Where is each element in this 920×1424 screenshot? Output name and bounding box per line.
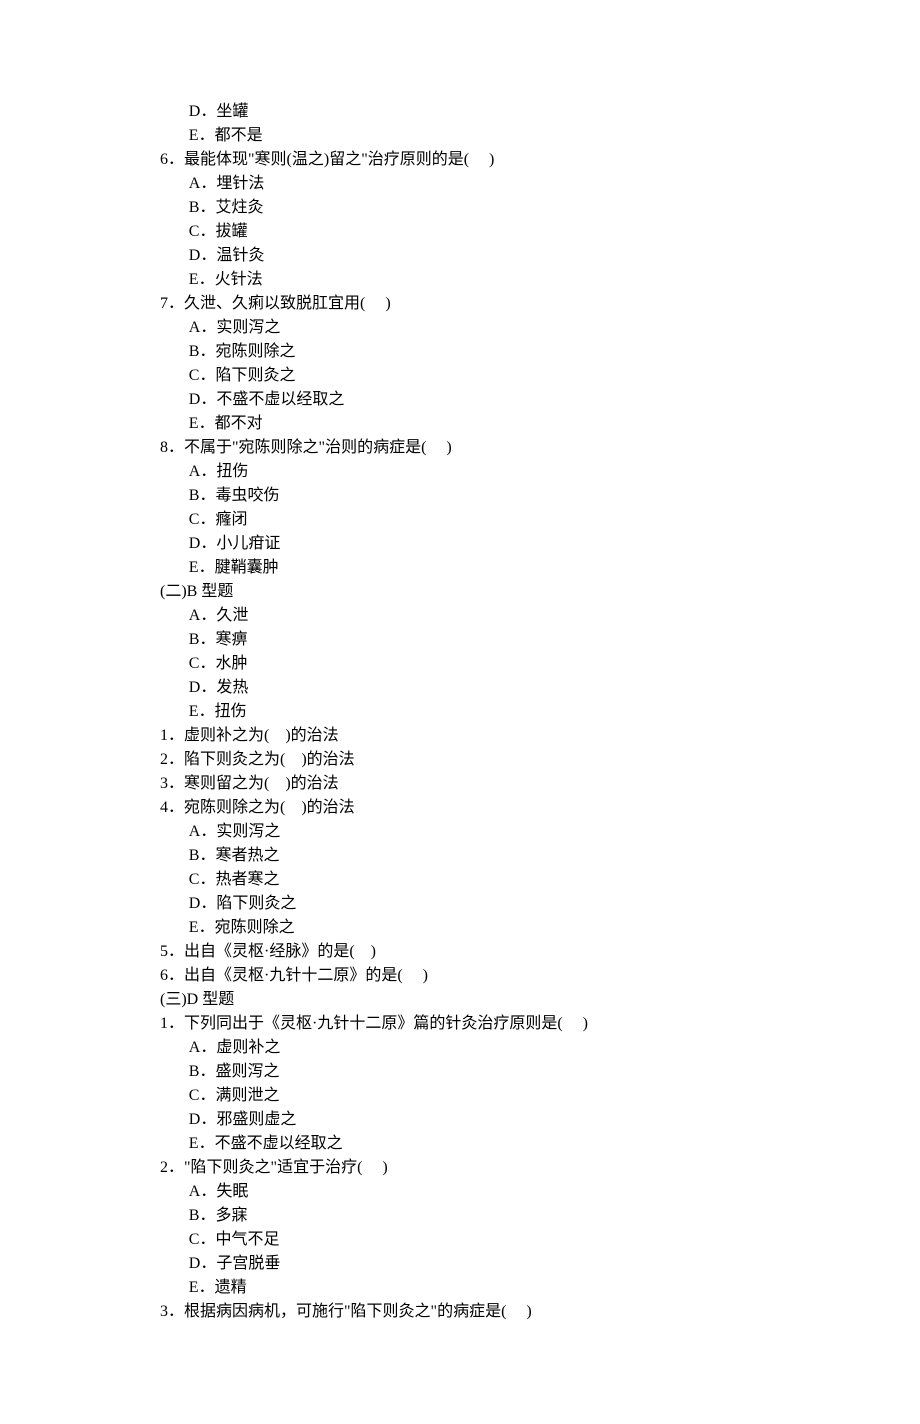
text-line: C．满则泄之 xyxy=(160,1084,760,1108)
text-line: 4．宛陈则除之为( )的治法 xyxy=(160,796,760,820)
text-line: B．寒者热之 xyxy=(160,844,760,868)
text-line: C．中气不足 xyxy=(160,1228,760,1252)
text-line: A．扭伤 xyxy=(160,460,760,484)
text-line: A．埋针法 xyxy=(160,172,760,196)
text-line: C．癃闭 xyxy=(160,508,760,532)
text-line: B．毒虫咬伤 xyxy=(160,484,760,508)
text-line: B．盛则泻之 xyxy=(160,1060,760,1084)
text-line: (二)B 型题 xyxy=(160,580,760,604)
text-line: D．发热 xyxy=(160,676,760,700)
text-line: 1．下列同出于《灵枢·九针十二原》篇的针灸治疗原则是( ) xyxy=(160,1012,760,1036)
text-line: 6．最能体现"寒则(温之)留之"治疗原则的是( ) xyxy=(160,148,760,172)
text-line: E．腱鞘囊肿 xyxy=(160,556,760,580)
text-line: B．宛陈则除之 xyxy=(160,340,760,364)
text-line: E．火针法 xyxy=(160,268,760,292)
text-line: 6．出自《灵枢·九针十二原》的是( ) xyxy=(160,964,760,988)
text-line: A．久泄 xyxy=(160,604,760,628)
text-line: B．寒痹 xyxy=(160,628,760,652)
text-line: A．虚则补之 xyxy=(160,1036,760,1060)
text-line: D．小儿疳证 xyxy=(160,532,760,556)
text-line: E．都不是 xyxy=(160,124,760,148)
text-line: (三)D 型题 xyxy=(160,988,760,1012)
text-line: C．拔罐 xyxy=(160,220,760,244)
text-line: E．遗精 xyxy=(160,1276,760,1300)
text-line: D．温针灸 xyxy=(160,244,760,268)
text-line: E．扭伤 xyxy=(160,700,760,724)
text-line: 3．寒则留之为( )的治法 xyxy=(160,772,760,796)
text-line: 2．陷下则灸之为( )的治法 xyxy=(160,748,760,772)
text-line: 1．虚则补之为( )的治法 xyxy=(160,724,760,748)
text-line: E．都不对 xyxy=(160,412,760,436)
text-line: 5．出自《灵枢·经脉》的是( ) xyxy=(160,940,760,964)
text-line: E．宛陈则除之 xyxy=(160,916,760,940)
text-line: D．陷下则灸之 xyxy=(160,892,760,916)
text-line: A．实则泻之 xyxy=(160,316,760,340)
text-line: E．不盛不虚以经取之 xyxy=(160,1132,760,1156)
text-line: B．多寐 xyxy=(160,1204,760,1228)
text-line: 3．根据病因病机，可施行"陷下则灸之"的病症是( ) xyxy=(160,1300,760,1324)
text-line: C．水肿 xyxy=(160,652,760,676)
text-line: D．不盛不虚以经取之 xyxy=(160,388,760,412)
text-line: A．失眠 xyxy=(160,1180,760,1204)
text-line: B．艾炷灸 xyxy=(160,196,760,220)
text-line: D．坐罐 xyxy=(160,100,760,124)
text-line: 8．不属于"宛陈则除之"治则的病症是( ) xyxy=(160,436,760,460)
text-line: C．热者寒之 xyxy=(160,868,760,892)
text-line: 7．久泄、久痢以致脱肛宜用( ) xyxy=(160,292,760,316)
text-line: A．实则泻之 xyxy=(160,820,760,844)
text-line: D．子宫脱垂 xyxy=(160,1252,760,1276)
text-line: D．邪盛则虚之 xyxy=(160,1108,760,1132)
document-body: D．坐罐E．都不是6．最能体现"寒则(温之)留之"治疗原则的是( )A．埋针法B… xyxy=(160,100,760,1324)
text-line: C．陷下则灸之 xyxy=(160,364,760,388)
text-line: 2．"陷下则灸之"适宜于治疗( ) xyxy=(160,1156,760,1180)
